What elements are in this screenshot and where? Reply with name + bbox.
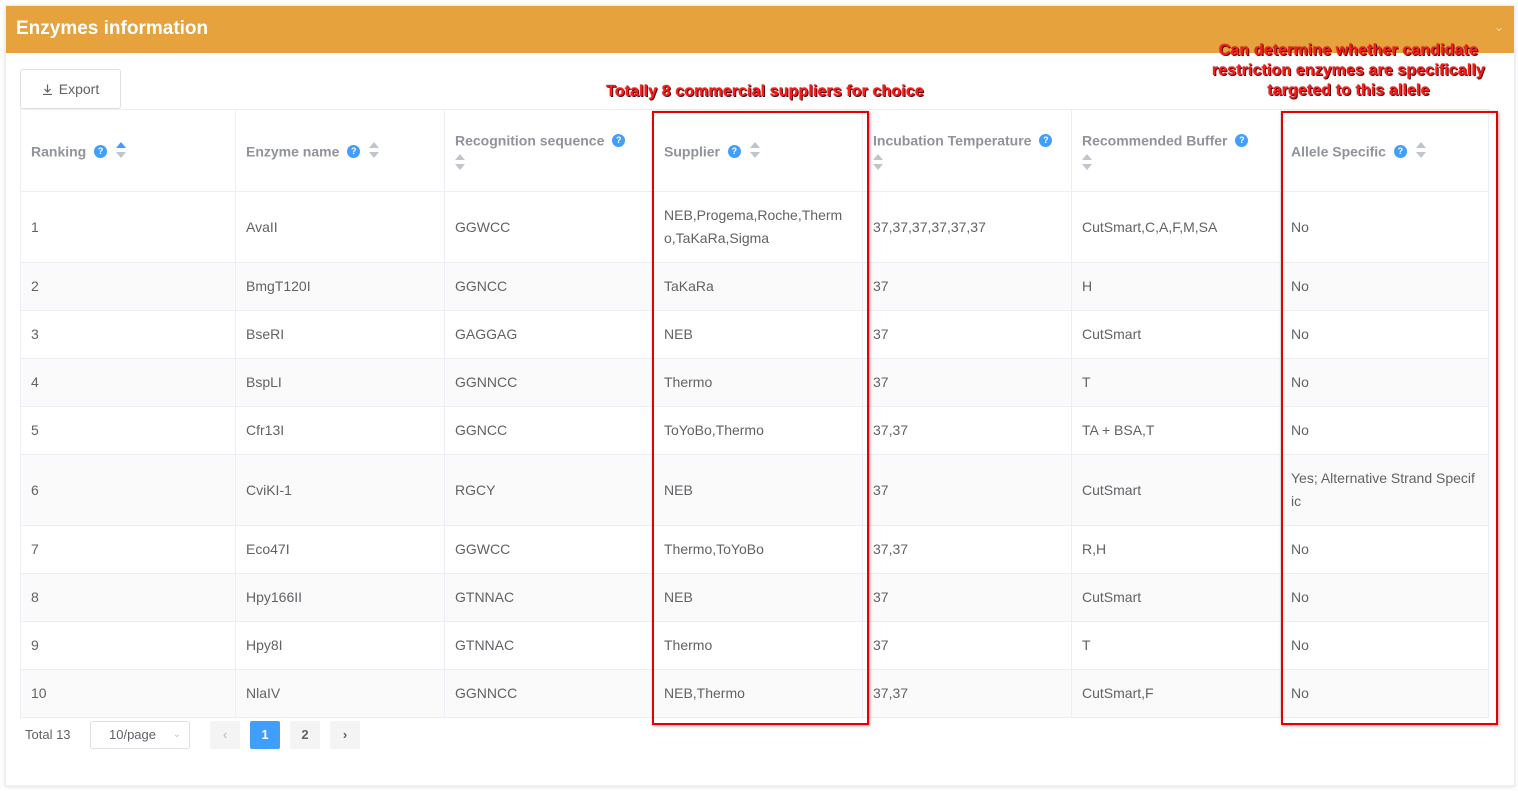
cell-incubation-temperature: 37,37,37,37,37,37 [862,191,1072,263]
cell-incubation-temperature: 37 [862,621,1072,670]
cell-ranking: 2 [20,262,236,311]
next-page-button[interactable]: › [330,721,360,749]
supplier-annotation: Totally 8 commercial suppliers for choic… [606,83,924,100]
cell-recommended-buffer: CutSmart,C,A,F,M,SA [1071,191,1281,263]
sort-icon[interactable] [873,154,883,171]
page-button-1[interactable]: 1 [250,721,280,749]
panel-title: Enzymes information [16,18,209,39]
column-header-label: Incubation Temperature [873,132,1032,149]
prev-page-button[interactable]: ‹ [210,721,240,749]
cell-incubation-temperature: 37 [862,310,1072,359]
chevron-down-icon[interactable]: ⌄ [1492,20,1506,34]
sort-icon[interactable] [369,141,380,158]
cell-recognition-sequence: GGWCC [444,191,654,263]
sort-icon[interactable] [1082,154,1092,171]
allele-highlight-box [1281,111,1498,725]
cell-enzyme-name: Hpy166II [235,573,445,622]
cell-recommended-buffer: TA + BSA,T [1071,406,1281,455]
cell-enzyme-name: BseRI [235,310,445,359]
cell-ranking: 6 [20,454,236,526]
chevron-down-icon: ⌄ [172,729,181,740]
cell-enzyme-name: BspLI [235,358,445,407]
column-header-recognition-sequence[interactable]: Recognition sequence ? [444,109,654,192]
cell-recognition-sequence: GGNNCC [444,358,654,407]
cell-ranking: 5 [20,406,236,455]
column-header-ranking[interactable]: Ranking ? [20,109,236,192]
page-size-value: 10/page [109,727,156,742]
column-header-enzyme-name[interactable]: Enzyme name ? [235,109,445,192]
cell-incubation-temperature: 37 [862,262,1072,311]
cell-recommended-buffer: CutSmart,F [1071,669,1281,718]
cell-recognition-sequence: RGCY [444,454,654,526]
export-button-label: Export [58,81,100,97]
cell-recommended-buffer: CutSmart [1071,310,1281,359]
column-header-incubation-temperature[interactable]: Incubation Temperature ? [862,109,1072,192]
cell-recognition-sequence: GGNNCC [444,669,654,718]
cell-ranking: 4 [20,358,236,407]
sort-icon[interactable] [116,141,127,158]
cell-ranking: 10 [20,669,236,718]
cell-incubation-temperature: 37,37 [862,669,1072,718]
cell-incubation-temperature: 37 [862,358,1072,407]
column-header-label: Recommended Buffer [1082,132,1228,149]
cell-ranking: 8 [20,573,236,622]
allele-annotation: Can determine whether candidate restrict… [1211,42,1486,99]
cell-enzyme-name: NlaIV [235,669,445,718]
chevron-right-icon: › [342,727,348,742]
cell-enzyme-name: CviKI-1 [235,454,445,526]
cell-recognition-sequence: GGNCC [444,262,654,311]
cell-recommended-buffer: T [1071,358,1281,407]
help-icon[interactable]: ? [94,144,108,158]
cell-incubation-temperature: 37,37 [862,525,1072,574]
column-header-label: Enzyme name [246,143,340,160]
column-header-recommended-buffer[interactable]: Recommended Buffer ? [1071,109,1281,192]
cell-incubation-temperature: 37 [862,573,1072,622]
column-header-label: Ranking [31,143,87,160]
help-icon[interactable]: ? [1235,133,1249,147]
cell-incubation-temperature: 37,37 [862,406,1072,455]
cell-recommended-buffer: T [1071,621,1281,670]
cell-enzyme-name: BmgT120I [235,262,445,311]
cell-recommended-buffer: CutSmart [1071,573,1281,622]
column-header-label: Recognition sequence [455,132,605,149]
supplier-highlight-box [652,111,869,725]
cell-enzyme-name: Hpy8I [235,621,445,670]
cell-enzyme-name: Cfr13I [235,406,445,455]
pagination-total: Total 13 [25,727,71,742]
cell-incubation-temperature: 37 [862,454,1072,526]
help-icon[interactable]: ? [347,144,361,158]
chevron-left-icon: ‹ [222,727,228,742]
cell-ranking: 9 [20,621,236,670]
cell-recognition-sequence: GAGGAG [444,310,654,359]
cell-ranking: 7 [20,525,236,574]
cell-recommended-buffer: H [1071,262,1281,311]
page-size-select[interactable]: 10/page ⌄ [90,721,190,749]
cell-enzyme-name: AvaII [235,191,445,263]
cell-recommended-buffer: CutSmart [1071,454,1281,526]
cell-recognition-sequence: GTNNAC [444,621,654,670]
help-icon[interactable]: ? [1039,133,1053,147]
export-button[interactable]: Export [20,69,121,109]
sort-icon[interactable] [455,154,465,171]
page-button-2[interactable]: 2 [290,721,320,749]
download-icon [42,84,52,95]
cell-ranking: 3 [20,310,236,359]
cell-recognition-sequence: GTNNAC [444,573,654,622]
help-icon[interactable]: ? [612,133,626,147]
cell-recommended-buffer: R,H [1071,525,1281,574]
cell-recognition-sequence: GGWCC [444,525,654,574]
cell-recognition-sequence: GGNCC [444,406,654,455]
cell-ranking: 1 [20,191,236,263]
cell-enzyme-name: Eco47I [235,525,445,574]
